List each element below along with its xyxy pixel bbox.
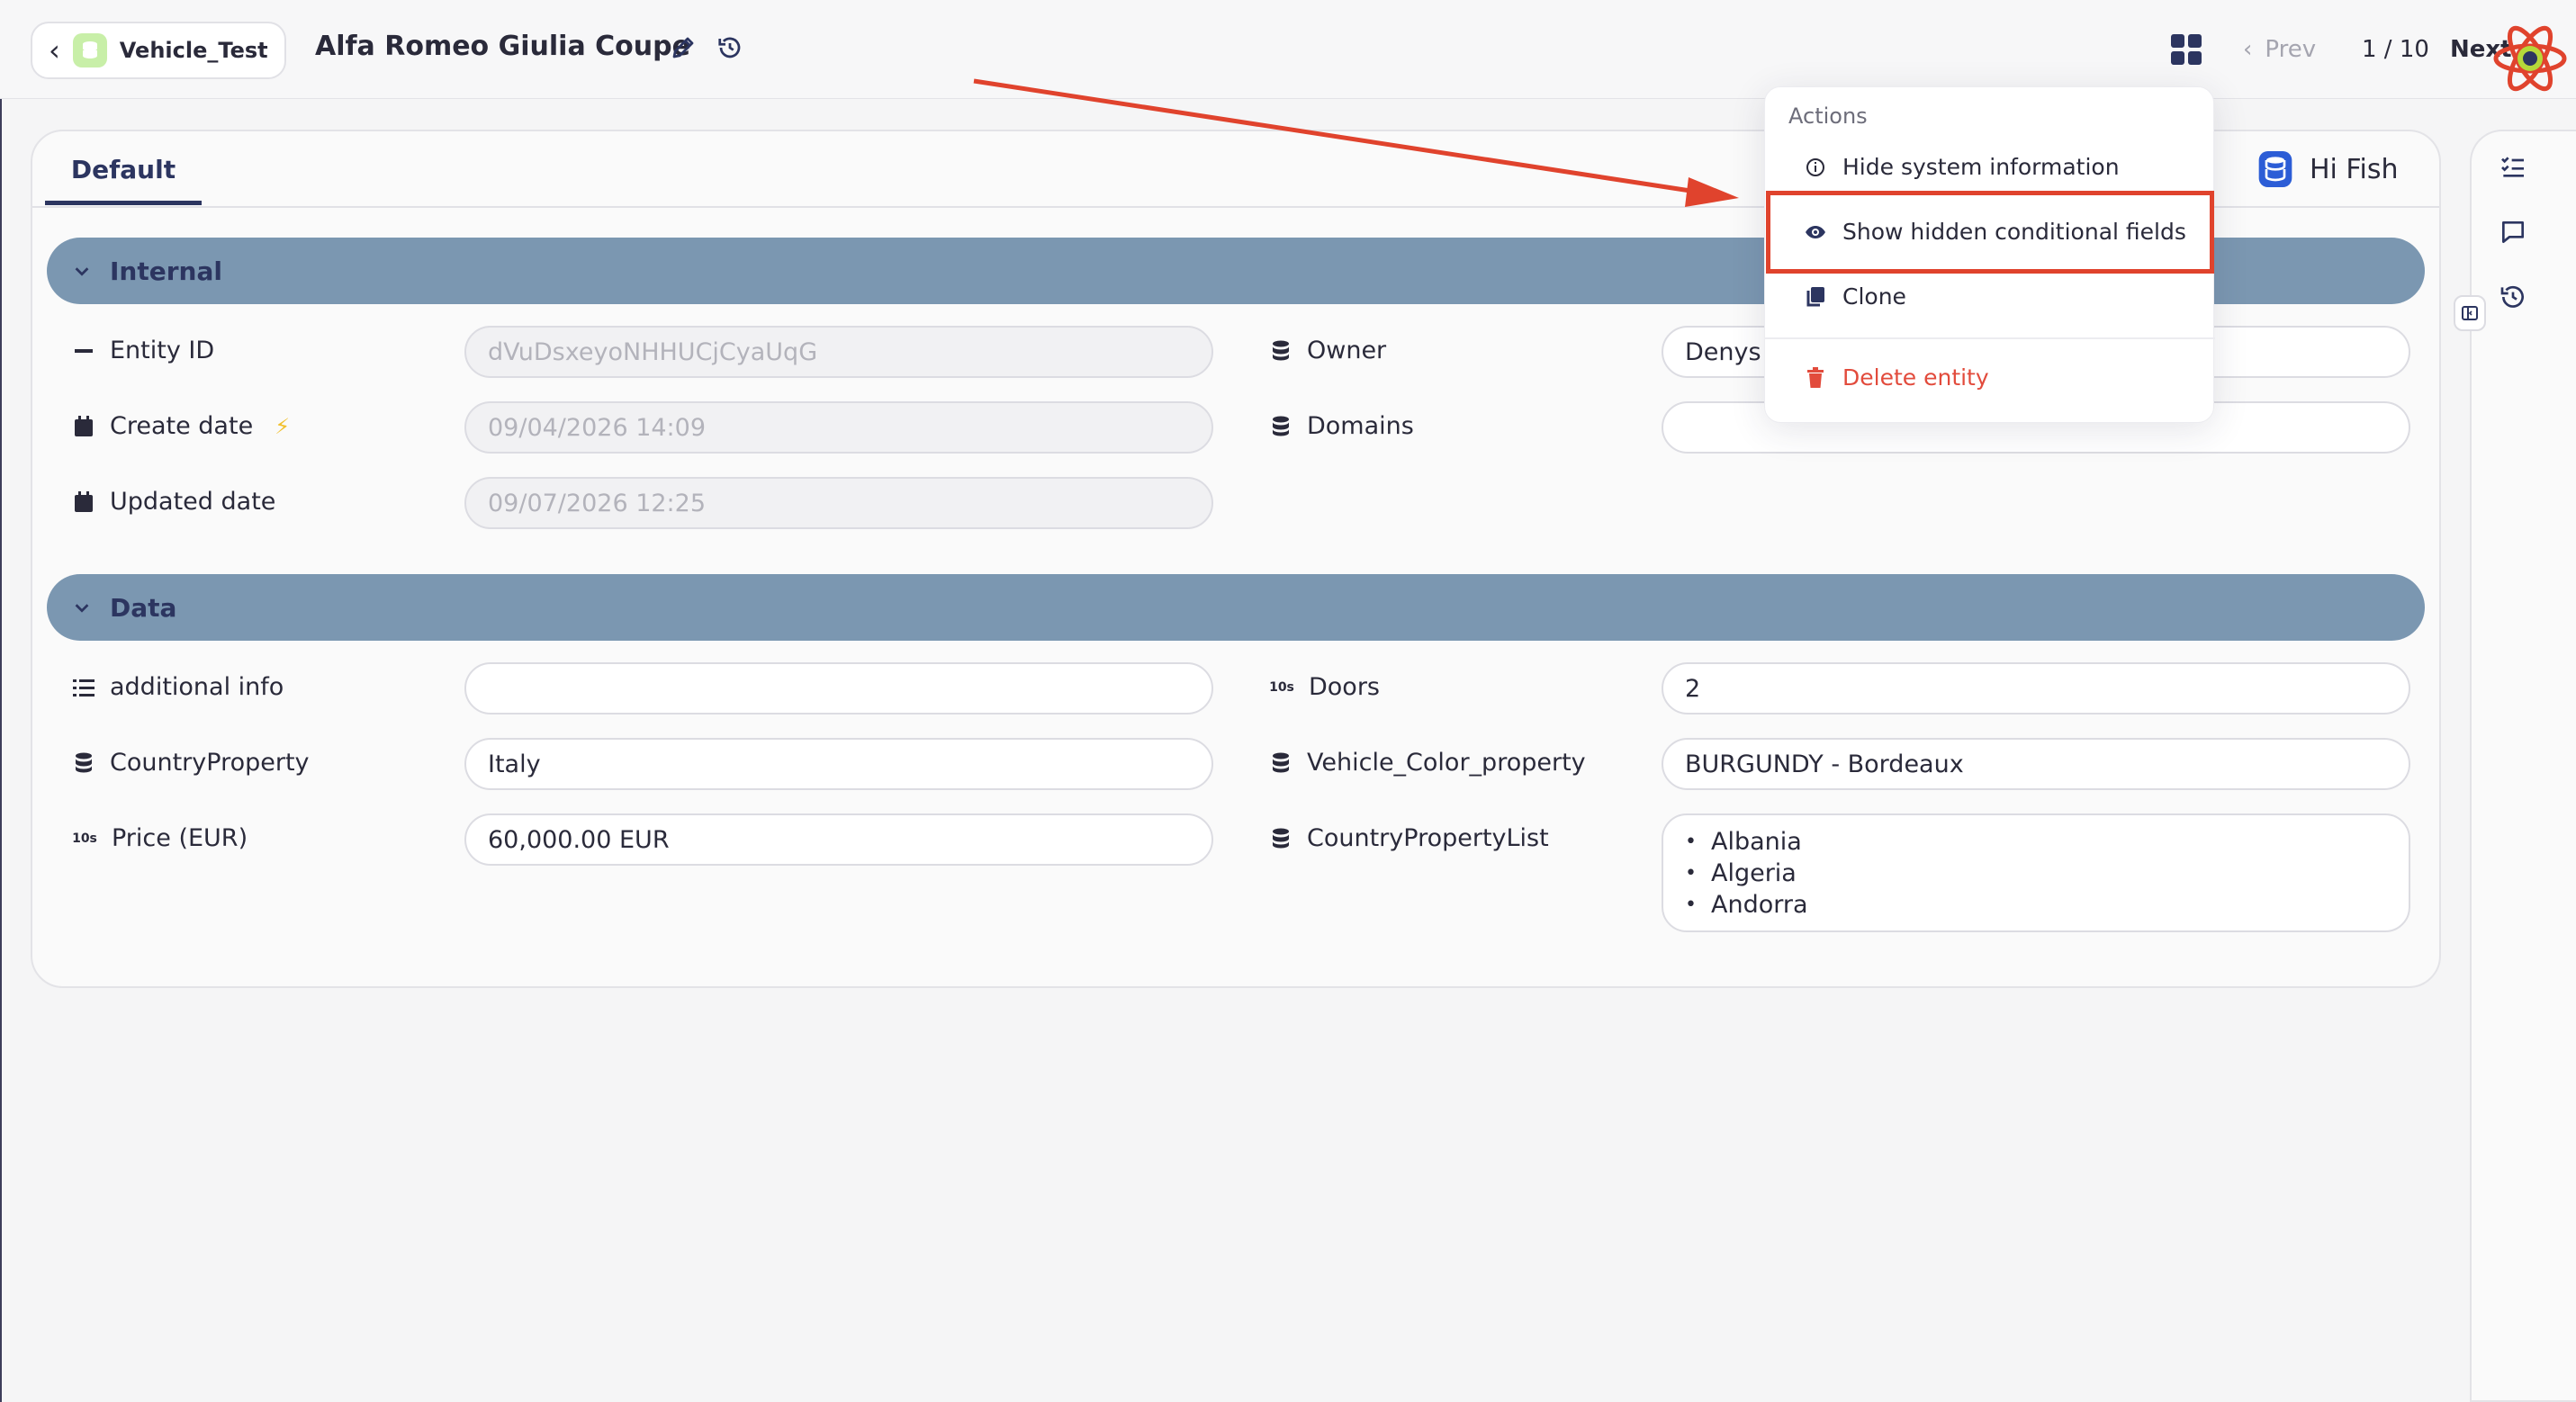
trash-icon bbox=[1805, 366, 1826, 389]
comment-icon[interactable] bbox=[2499, 218, 2527, 247]
country-property-field[interactable]: Italy bbox=[464, 738, 1213, 790]
sidebar-toggle-button[interactable] bbox=[2454, 295, 2486, 331]
actions-grid-icon[interactable] bbox=[2171, 34, 2202, 65]
list-item: Andorra bbox=[1685, 891, 1808, 919]
field-label-vehicle-color: Vehicle_Color_property bbox=[1269, 749, 1586, 777]
back-button[interactable]: ‹ Vehicle_Test bbox=[31, 22, 286, 79]
section-data[interactable]: Data bbox=[47, 574, 2425, 641]
history-icon[interactable] bbox=[716, 34, 743, 61]
vehicle-color-field[interactable]: BURGUNDY - Bordeaux bbox=[1662, 738, 2410, 790]
field-label-updated-date: Updated date bbox=[72, 488, 275, 516]
chevron-left-icon: ‹ bbox=[2243, 36, 2253, 63]
doors-field[interactable]: 2 bbox=[1662, 662, 2410, 714]
pencil-icon[interactable] bbox=[670, 34, 697, 61]
calendar-icon bbox=[72, 415, 95, 438]
additional-info-field[interactable] bbox=[464, 662, 1213, 714]
database-icon bbox=[1269, 339, 1293, 363]
menu-item-delete-entity[interactable]: Delete entity bbox=[1805, 364, 1989, 391]
tab-default[interactable]: Default bbox=[45, 149, 202, 205]
pager-count: 1 / 10 bbox=[2362, 36, 2429, 63]
user-badge: Hi Fish bbox=[2257, 149, 2398, 189]
field-label-price: 10s Price (EUR) bbox=[72, 824, 248, 852]
database-icon bbox=[1269, 751, 1293, 775]
entity-id-field: dVuDsxeyoNHHUCjCyaUqG bbox=[464, 326, 1213, 378]
chevron-down-icon bbox=[75, 604, 89, 613]
lightning-icon: ⚡ bbox=[275, 413, 291, 439]
menu-item-clone[interactable]: Clone bbox=[1805, 283, 1906, 310]
field-label-create-date: Create date ⚡ bbox=[72, 412, 290, 440]
field-label-owner: Owner bbox=[1269, 337, 1386, 364]
list-item: Albania bbox=[1685, 828, 1802, 856]
panel-icon bbox=[2462, 306, 2478, 320]
calendar-icon bbox=[72, 490, 95, 514]
database-icon bbox=[1269, 415, 1293, 438]
entity-title: Alfa Romeo Giulia Coupe bbox=[315, 31, 690, 62]
database-icon bbox=[72, 33, 107, 67]
section-title: Data bbox=[110, 592, 177, 623]
list-item: Algeria bbox=[1685, 859, 1797, 887]
info-icon bbox=[1805, 157, 1826, 178]
actions-menu-heading: Actions bbox=[1788, 103, 1868, 129]
menu-item-hide-system-info[interactable]: Hide system information bbox=[1805, 154, 2120, 180]
price-field[interactable]: 60,000.00 EUR bbox=[464, 813, 1213, 866]
field-label-country-property: CountryProperty bbox=[72, 749, 310, 777]
user-name: Hi Fish bbox=[2310, 153, 2399, 185]
country-list-field[interactable]: Albania Algeria Andorra bbox=[1662, 813, 2410, 932]
database-icon bbox=[2258, 151, 2292, 187]
field-label-domains: Domains bbox=[1269, 412, 1414, 440]
checklist-icon[interactable] bbox=[2499, 153, 2527, 182]
prev-button[interactable]: ‹ Prev bbox=[2243, 36, 2316, 63]
database-icon bbox=[1269, 827, 1293, 850]
database-icon bbox=[72, 751, 95, 775]
chevron-down-icon bbox=[75, 267, 89, 276]
annotation-highlight-box bbox=[1766, 191, 2214, 274]
updated-date-field: 09/07/2026 12:25 bbox=[464, 477, 1213, 529]
create-date-field: 09/04/2026 14:09 bbox=[464, 401, 1213, 454]
top-bar: ‹ Vehicle_Test Alfa Romeo Giulia Coupe ‹… bbox=[0, 0, 2576, 99]
atom-logo-icon bbox=[2493, 25, 2567, 92]
copy-icon bbox=[1805, 286, 1826, 308]
section-title: Internal bbox=[110, 256, 222, 286]
menu-divider bbox=[1765, 337, 2215, 339]
field-label-entity-id: Entity ID bbox=[72, 337, 214, 364]
history-icon[interactable] bbox=[2499, 283, 2527, 311]
chevron-left-icon: ‹ bbox=[49, 33, 60, 67]
number-icon: 10s bbox=[72, 831, 97, 846]
back-label: Vehicle_Test bbox=[119, 38, 268, 63]
field-label-doors: 10s Doors bbox=[1269, 673, 1380, 701]
number-icon: 10s bbox=[1269, 679, 1294, 695]
minus-icon bbox=[72, 339, 95, 363]
field-label-additional-info: additional info bbox=[72, 673, 284, 701]
list-icon bbox=[72, 676, 95, 699]
field-label-country-list: CountryPropertyList bbox=[1269, 824, 1549, 852]
